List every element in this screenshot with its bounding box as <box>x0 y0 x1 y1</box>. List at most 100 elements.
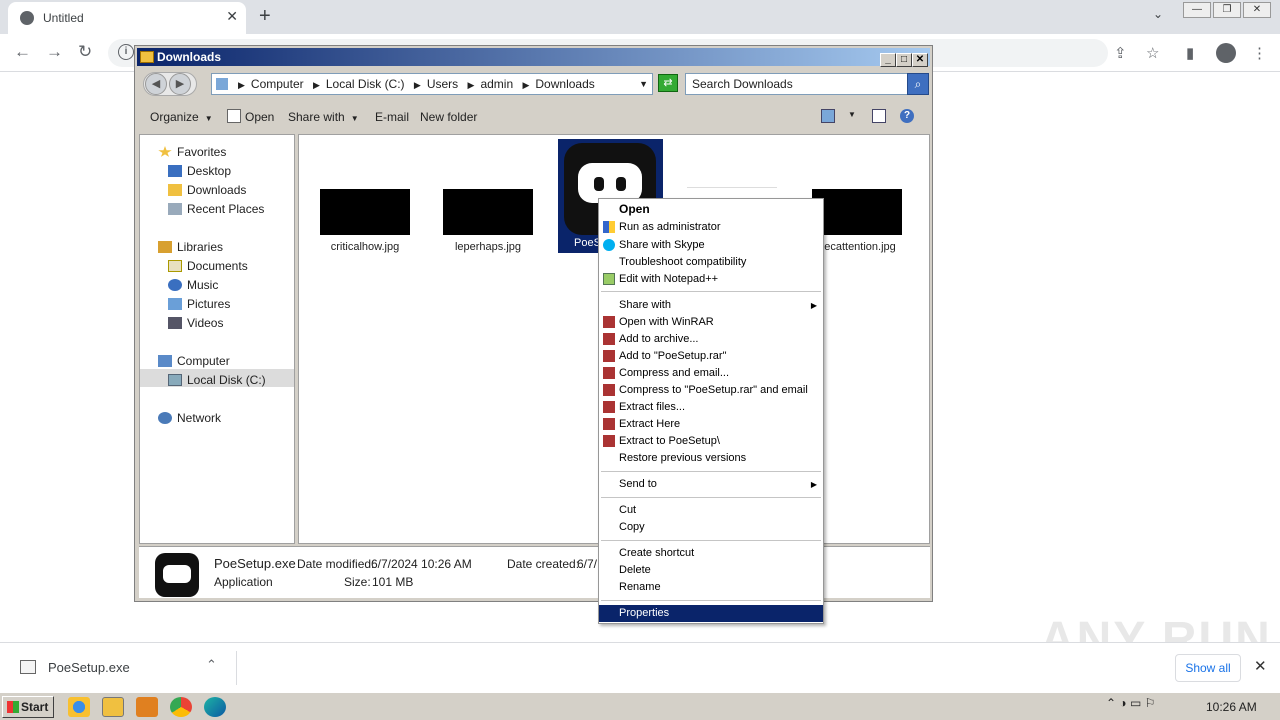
menu-item-extract-to[interactable]: Extract to PoeSetup\ <box>599 433 823 450</box>
nav-downloads[interactable]: Downloads <box>168 183 246 197</box>
share-icon[interactable]: ⇪ <box>1114 44 1127 62</box>
details-date-modified-label: Date modified: <box>297 557 375 571</box>
email-button[interactable]: E-mail <box>375 110 409 124</box>
menu-item-properties[interactable]: Properties <box>599 605 823 622</box>
internet-explorer-icon[interactable] <box>68 697 90 717</box>
winrar-icon <box>603 401 615 413</box>
taskbar: Start ⌃ ◑ ▭ ⚐ 10:26 AM <box>0 692 1280 720</box>
download-item-name[interactable]: PoeSetup.exe <box>48 660 130 675</box>
explorer-maximize-button[interactable]: □ <box>896 53 912 67</box>
nav-music[interactable]: Music <box>168 278 218 292</box>
menu-item-cut[interactable]: Cut <box>599 502 823 519</box>
nav-desktop[interactable]: Desktop <box>168 164 231 178</box>
breadcrumb-admin[interactable]: admin <box>480 77 513 91</box>
new-tab-button[interactable]: + <box>259 5 271 28</box>
nav-computer[interactable]: Computer <box>158 354 230 368</box>
show-all-button[interactable]: Show all <box>1175 654 1241 682</box>
bookmark-star-icon[interactable]: ☆ <box>1146 44 1159 62</box>
videos-icon <box>168 317 182 329</box>
back-button[interactable]: ← <box>14 42 31 62</box>
forward-button[interactable]: → <box>46 42 63 62</box>
chrome-taskbar-icon[interactable] <box>170 697 192 717</box>
shelf-close-icon[interactable]: ✕ <box>1254 657 1267 675</box>
breadcrumb-computer[interactable]: Computer <box>251 77 304 91</box>
new-folder-button[interactable]: New folder <box>420 110 477 124</box>
menu-item-run-as-admin[interactable]: Run as administrator <box>599 219 823 236</box>
nav-pictures[interactable]: Pictures <box>168 297 230 311</box>
breadcrumb[interactable]: ▶ Computer ▶ Local Disk (C:) ▶ Users ▶ admin… <box>211 73 653 95</box>
search-icon[interactable]: ⌕ <box>907 73 929 95</box>
help-icon[interactable]: ? <box>900 109 914 123</box>
chevron-up-icon[interactable]: ⌃ <box>206 657 217 673</box>
explorer-taskbar-icon[interactable] <box>102 697 124 717</box>
taskbar-clock[interactable]: 10:26 AM <box>1206 700 1257 714</box>
menu-item-rename[interactable]: Rename <box>599 579 823 596</box>
nav-documents[interactable]: Documents <box>168 259 248 273</box>
menu-item-add-archive[interactable]: Add to archive... <box>599 331 823 348</box>
chrome-menu-icon[interactable]: ⋮ <box>1252 44 1267 62</box>
profile-avatar[interactable] <box>1216 43 1236 63</box>
menu-item-compress-rar-email[interactable]: Compress to "PoeSetup.rar" and email <box>599 382 823 399</box>
menu-item-copy[interactable]: Copy <box>599 519 823 536</box>
menu-item-open-winrar[interactable]: Open with WinRAR <box>599 314 823 331</box>
breadcrumb-downloads[interactable]: Downloads <box>535 77 594 91</box>
explorer-close-button[interactable]: ✕ <box>912 53 928 67</box>
site-info-icon[interactable]: i <box>118 44 134 60</box>
explorer-titlebar[interactable]: Downloads _ □ ✕ <box>137 48 930 67</box>
refresh-button[interactable]: ⇄ <box>658 74 678 92</box>
nav-videos[interactable]: Videos <box>168 316 223 330</box>
nav-recent-places[interactable]: Recent Places <box>168 202 264 216</box>
nav-network[interactable]: Network <box>158 411 221 425</box>
tab-search-button[interactable]: ⌄ <box>1153 7 1163 21</box>
search-input[interactable]: Search Downloads <box>685 73 909 95</box>
file-item[interactable]: criticalhow.jpg <box>313 189 417 253</box>
explorer-forward-button[interactable]: ▶ <box>169 73 191 95</box>
view-icon[interactable] <box>821 109 835 123</box>
image-thumbnail <box>443 189 533 235</box>
file-name: ecattention.jpg <box>824 241 896 253</box>
nav-favorites[interactable]: Favorites <box>158 145 226 159</box>
menu-item-edit-notepad[interactable]: Edit with Notepad++ <box>599 271 823 288</box>
tab-close-button[interactable]: ✕ <box>226 8 238 25</box>
menu-item-restore-versions[interactable]: Restore previous versions <box>599 450 823 467</box>
menu-item-share-skype[interactable]: Share with Skype <box>599 237 823 254</box>
edge-taskbar-icon[interactable] <box>204 697 226 717</box>
breadcrumb-users[interactable]: Users <box>427 77 458 91</box>
computer-icon <box>158 355 172 367</box>
restore-button[interactable]: ❐ <box>1213 2 1241 18</box>
breadcrumb-local-disk[interactable]: Local Disk (C:) <box>326 77 405 91</box>
nav-local-disk[interactable]: Local Disk (C:) <box>168 373 266 387</box>
minimize-button[interactable]: — <box>1183 2 1211 18</box>
menu-item-create-shortcut[interactable]: Create shortcut <box>599 545 823 562</box>
explorer-back-button[interactable]: ◀ <box>145 73 167 95</box>
close-window-button[interactable]: ✕ <box>1243 2 1271 18</box>
menu-item-share-with[interactable]: Share with ▶ <box>599 297 823 314</box>
menu-item-open[interactable]: Open <box>599 201 823 218</box>
browser-tab[interactable]: Untitled ✕ <box>8 2 246 34</box>
file-item[interactable]: leperhaps.jpg <box>436 189 540 253</box>
open-button[interactable]: Open <box>245 110 274 124</box>
preview-pane-icon[interactable] <box>872 109 886 123</box>
start-button[interactable]: Start <box>2 696 54 718</box>
explorer-minimize-button[interactable]: _ <box>880 53 896 67</box>
nav-libraries[interactable]: Libraries <box>158 240 223 254</box>
breadcrumb-dropdown-icon[interactable]: ▼ <box>639 74 648 94</box>
network-icon <box>158 412 172 424</box>
system-tray-icons[interactable]: ⌃ ◑ ▭ ⚐ <box>1106 696 1155 710</box>
browser-tabstrip: Untitled ✕ + ⌄ — ❐ ✕ <box>0 0 1280 34</box>
menu-item-troubleshoot[interactable]: Troubleshoot compatibility <box>599 254 823 271</box>
reload-button[interactable]: ↻ <box>78 42 92 62</box>
organize-button[interactable]: Organize ▼ <box>150 110 213 124</box>
share-with-button[interactable]: Share with ▼ <box>288 110 359 124</box>
menu-item-add-rar[interactable]: Add to "PoeSetup.rar" <box>599 348 823 365</box>
menu-item-delete[interactable]: Delete <box>599 562 823 579</box>
menu-item-send-to[interactable]: Send to ▶ <box>599 476 823 493</box>
view-dropdown-icon[interactable]: ▼ <box>848 110 856 119</box>
menu-item-extract-files[interactable]: Extract files... <box>599 399 823 416</box>
media-player-icon[interactable] <box>136 697 158 717</box>
image-thumbnail[interactable] <box>687 187 777 195</box>
menu-item-extract-here[interactable]: Extract Here <box>599 416 823 433</box>
menu-item-compress-email[interactable]: Compress and email... <box>599 365 823 382</box>
winrar-icon <box>603 418 615 430</box>
side-panel-icon[interactable]: ▮ <box>1186 44 1194 62</box>
